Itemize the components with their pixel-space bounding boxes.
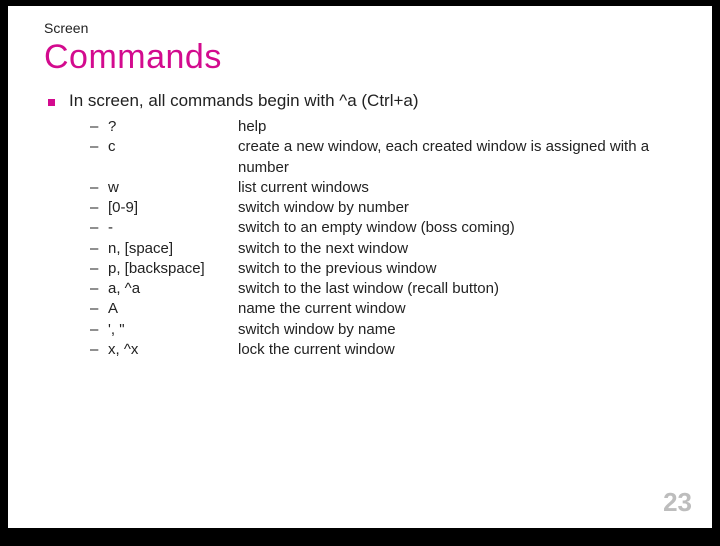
dash-bullet: – [90, 320, 108, 340]
command-key: a, ^a [108, 279, 238, 299]
command-description: create a new window, each created window… [238, 137, 684, 178]
command-row: –Aname the current window [90, 299, 684, 319]
command-row: –[0-9]switch window by number [90, 198, 684, 218]
dash-bullet: – [90, 137, 108, 157]
dash-bullet: – [90, 218, 108, 238]
command-key: ', " [108, 320, 238, 340]
command-row: –a, ^aswitch to the last window (recall … [90, 279, 684, 299]
command-description: switch to the last window (recall button… [238, 279, 684, 299]
dash-bullet: – [90, 178, 108, 198]
command-description: switch to the previous window [238, 259, 684, 279]
command-key: [0-9] [108, 198, 238, 218]
command-description: switch window by number [238, 198, 684, 218]
command-row: –wlist current windows [90, 178, 684, 198]
command-description: switch to an empty window (boss coming) [238, 218, 684, 238]
command-key: n, [space] [108, 239, 238, 259]
dash-bullet: – [90, 198, 108, 218]
dash-bullet: – [90, 340, 108, 360]
command-key: x, ^x [108, 340, 238, 360]
lead-text: In screen, all commands begin with ^a (C… [69, 91, 419, 111]
dash-bullet: – [90, 279, 108, 299]
command-description: list current windows [238, 178, 684, 198]
dash-bullet: – [90, 117, 108, 137]
command-key: w [108, 178, 238, 198]
command-row: –-switch to an empty window (boss coming… [90, 218, 684, 238]
command-row: –?help [90, 117, 684, 137]
command-description: name the current window [238, 299, 684, 319]
lead-row: In screen, all commands begin with ^a (C… [48, 91, 684, 111]
command-description: switch to the next window [238, 239, 684, 259]
command-row: –x, ^xlock the current window [90, 340, 684, 360]
command-row: –n, [space]switch to the next window [90, 239, 684, 259]
slide: Screen Commands In screen, all commands … [8, 6, 712, 528]
command-list: –?help–ccreate a new window, each create… [90, 117, 684, 360]
dash-bullet: – [90, 259, 108, 279]
command-key: - [108, 218, 238, 238]
bullet-icon [48, 99, 55, 106]
command-row: –', "switch window by name [90, 320, 684, 340]
command-description: help [238, 117, 684, 137]
command-key: ? [108, 117, 238, 137]
slide-title: Commands [44, 38, 684, 77]
dash-bullet: – [90, 239, 108, 259]
command-key: A [108, 299, 238, 319]
pretitle: Screen [44, 20, 684, 36]
command-description: lock the current window [238, 340, 684, 360]
page-number: 23 [663, 487, 692, 518]
command-row: –ccreate a new window, each created wind… [90, 137, 684, 178]
dash-bullet: – [90, 299, 108, 319]
command-row: –p, [backspace]switch to the previous wi… [90, 259, 684, 279]
command-key: p, [backspace] [108, 259, 238, 279]
command-key: c [108, 137, 238, 157]
command-description: switch window by name [238, 320, 684, 340]
